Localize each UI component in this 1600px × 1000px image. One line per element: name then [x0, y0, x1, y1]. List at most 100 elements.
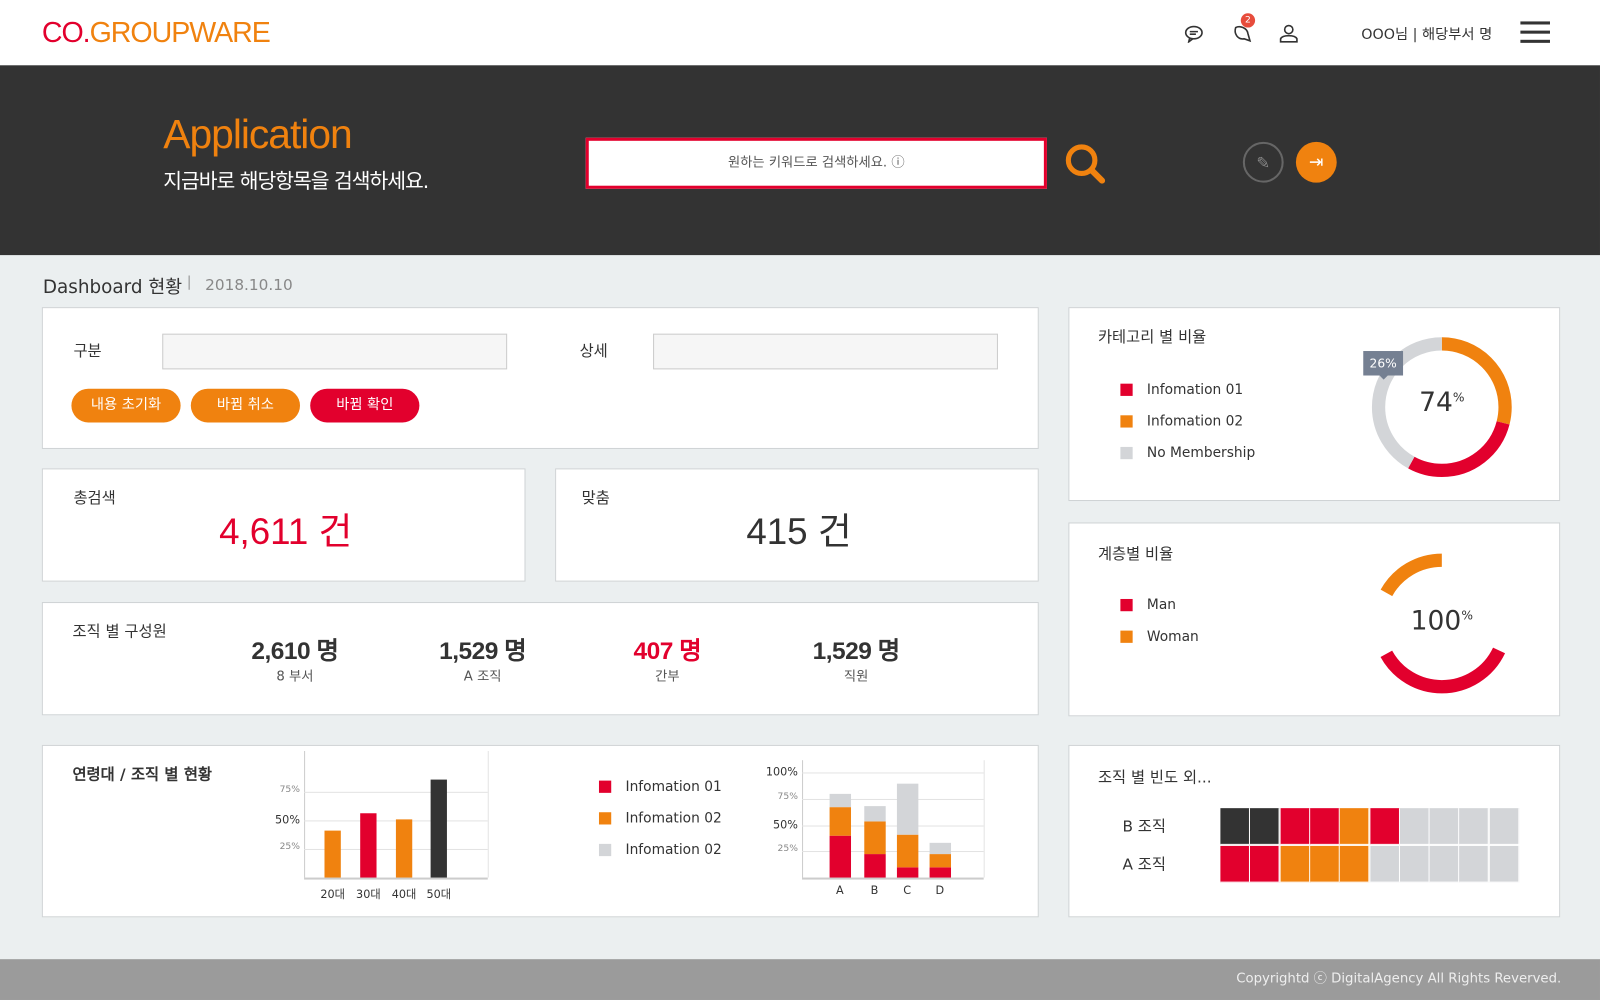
legend-item: No Membership: [1120, 445, 1255, 461]
login-button[interactable]: ⇥: [1295, 141, 1337, 183]
frequency-cell: [1250, 845, 1280, 883]
y-tick-label: 100%: [765, 765, 798, 779]
x-axis: [304, 877, 488, 880]
level-ratio-title: 계층별 비율: [1097, 544, 1174, 564]
filter-card: [41, 307, 1039, 449]
chat-icon[interactable]: [1181, 20, 1208, 47]
x-tick-label: 20대: [320, 887, 345, 902]
category-label: 구분: [73, 341, 102, 361]
notification-badge: 2: [1240, 13, 1256, 28]
search-input[interactable]: 원하는 키워드로 검색하세요. ⓘ: [585, 137, 1047, 189]
frequency-cell: [1250, 808, 1280, 845]
stacked-bar-segment: [829, 793, 852, 808]
footer: Copyrightd ⓒ DigitalAgency All Rights Re…: [0, 959, 1600, 1000]
stacked-bar-segment: [829, 835, 852, 878]
age-org-title: 연령대 / 조직 별 현황: [72, 765, 213, 784]
dashboard-date: 2018.10.10: [205, 275, 293, 294]
stacked-bar-segment: [929, 854, 952, 868]
y-tick-label: 25%: [279, 841, 300, 853]
stacked-bar-segment: [829, 807, 852, 836]
frequency-cell: [1220, 808, 1250, 845]
frequency-row-label: A 조직: [1122, 855, 1166, 874]
detail-label: 상세: [579, 341, 608, 361]
bar: [324, 830, 341, 878]
legend-label: Infomation 01: [1146, 381, 1244, 398]
frequency-cell: [1429, 808, 1460, 845]
legend-label: Infomation 02: [625, 841, 722, 859]
bar: [395, 819, 413, 878]
x-tick-label: C: [903, 883, 912, 897]
frequency-cell: [1310, 808, 1340, 845]
legend-item: Infomation 02: [598, 810, 722, 827]
frequency-cell: [1280, 808, 1310, 845]
legend-label: Man: [1146, 596, 1176, 614]
y-tick-label: 50%: [275, 813, 300, 827]
y-axis: [802, 760, 804, 878]
x-tick-label: 50대: [426, 887, 452, 902]
member-group-label: 직원: [843, 669, 869, 685]
stacked-bar-segment: [896, 834, 919, 868]
frequency-cell: [1429, 845, 1460, 883]
stacked-bar-segment: [864, 806, 886, 822]
user-info[interactable]: OOO님 | 해당부서 명: [1361, 23, 1492, 43]
x-tick-label: A: [835, 883, 844, 897]
frequency-title: 조직 별 빈도 외...: [1097, 768, 1212, 787]
match-value: 415 건: [746, 510, 852, 553]
app-subtitle: 지금바로 해당항목을 검색하세요.: [163, 168, 429, 193]
member-group-label: 8 부서: [276, 669, 314, 685]
members-title: 조직 별 구성원: [72, 622, 167, 641]
member-group-label: 간부: [655, 669, 680, 685]
level-donut-center: 100%: [1410, 606, 1473, 637]
bar: [360, 813, 377, 878]
member-count: 407 명: [633, 637, 702, 666]
frequency-cell: [1310, 845, 1340, 883]
legend-item: Man: [1120, 597, 1176, 613]
legend-label: No Membership: [1146, 444, 1256, 462]
edit-button[interactable]: ✎: [1242, 141, 1284, 183]
frequency-cell: [1459, 808, 1490, 845]
frequency-cell: [1339, 808, 1370, 845]
legend-item: Infomation 02: [1120, 413, 1244, 430]
legend-label: Woman: [1146, 628, 1199, 645]
legend-label: Infomation 02: [1146, 413, 1244, 430]
search-button[interactable]: [1061, 140, 1108, 187]
legend-item: Infomation 02: [598, 841, 722, 859]
frequency-cell: [1489, 845, 1520, 883]
bar: [430, 779, 447, 878]
total-search-value: 4,611 건: [219, 510, 353, 553]
frequency-row-label: B 조직: [1122, 817, 1166, 836]
user-icon[interactable]: [1276, 20, 1303, 47]
stacked-bar-segment: [864, 854, 886, 878]
detail-input[interactable]: [653, 333, 998, 370]
confirm-button[interactable]: 바뀜 확인: [310, 388, 420, 423]
menu-icon[interactable]: [1520, 21, 1550, 43]
gridline: [304, 791, 488, 793]
title-separator: |: [186, 274, 192, 291]
y-tick-label: 75%: [777, 791, 798, 802]
y-tick-label: 25%: [777, 844, 798, 855]
category-input[interactable]: [162, 333, 508, 370]
plot-border: [983, 760, 985, 878]
app-title: Application: [163, 112, 352, 158]
y-tick-label: 50%: [773, 817, 798, 832]
cancel-button[interactable]: 바뀜 취소: [190, 388, 300, 423]
stacked-bar-segment: [896, 867, 919, 878]
stacked-bar-segment: [864, 821, 886, 855]
legend-item: Infomation 01: [1120, 382, 1243, 398]
reset-button[interactable]: 내용 초기화: [71, 388, 181, 423]
logo[interactable]: CO.GROUPWARE: [42, 16, 271, 49]
frequency-cell: [1339, 845, 1370, 883]
x-tick-label: B: [870, 883, 879, 897]
frequency-cell: [1459, 845, 1490, 883]
frequency-cell: [1280, 845, 1310, 883]
tooltip-arrow: [1378, 374, 1389, 380]
frequency-cell: [1399, 808, 1430, 845]
legend-label: Infomation 01: [625, 778, 722, 795]
stacked-bar-segment: [929, 867, 952, 878]
member-count: 1,529 명: [812, 637, 901, 666]
member-count: 1,529 명: [439, 637, 527, 666]
search-icon: [1065, 144, 1106, 184]
member-count: 2,610 명: [251, 637, 339, 666]
donut-tooltip: 26%: [1363, 351, 1404, 376]
x-tick-label: 30대: [356, 887, 381, 902]
